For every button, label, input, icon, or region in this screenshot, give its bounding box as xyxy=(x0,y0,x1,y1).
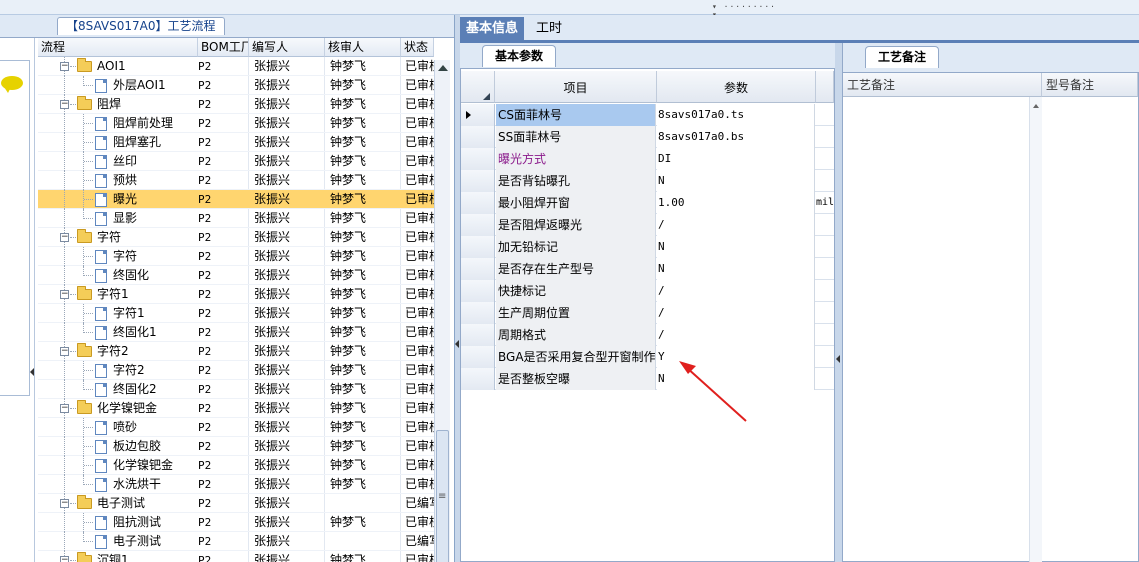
annotation-arrow-shaft xyxy=(685,366,747,422)
annotation-arrow xyxy=(679,361,747,422)
annotation-arrow-head xyxy=(679,361,696,374)
